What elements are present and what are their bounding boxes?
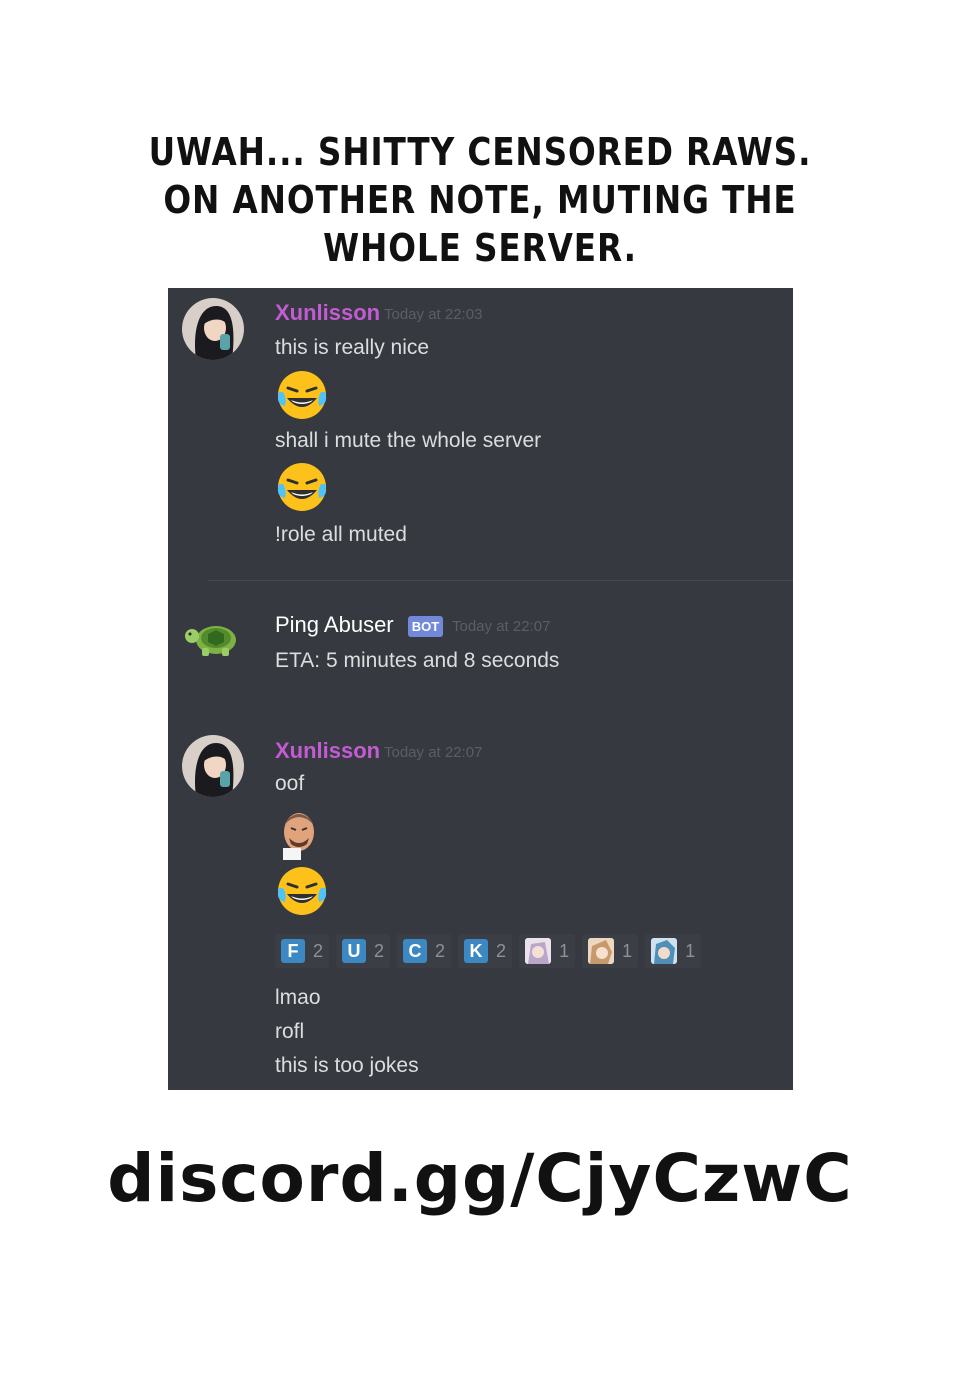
message-divider [208, 580, 793, 581]
message-text: shall i mute the whole server [275, 429, 542, 452]
message-timestamp: Today at 22:07 [452, 618, 551, 635]
laughing-man-emote-icon [283, 813, 314, 860]
anime-emote-icon [588, 938, 615, 964]
reaction-count: 1 [559, 940, 570, 961]
reaction-letter-f[interactable]: F 2 [275, 934, 330, 968]
joy-emoji-icon [277, 867, 327, 915]
discord-invite-link[interactable]: discord.gg/CjyCzwC [0, 1140, 960, 1217]
bot-badge: BOT [408, 616, 443, 637]
message-text: lmao [275, 986, 321, 1009]
reaction-count: 2 [313, 940, 324, 961]
message-text: ETA: 5 minutes and 8 seconds [275, 649, 560, 672]
reaction-count: 2 [435, 940, 446, 961]
joy-emoji-icon [277, 463, 327, 511]
message-text: oof [275, 772, 305, 795]
message-text: this is really nice [275, 336, 430, 359]
reaction-custom-emote-2[interactable]: 1 [582, 934, 639, 968]
reaction-count: 1 [685, 940, 696, 961]
bot-username[interactable]: Ping Abuser [275, 612, 394, 638]
caption-line-2: ON ANOTHER NOTE, MUTING THE [163, 178, 797, 222]
reaction-bar: F 2 U 2 C 2 K 2 1 1 1 [275, 934, 702, 968]
message-timestamp: Today at 22:03 [384, 306, 483, 323]
reaction-letter-c[interactable]: C 2 [397, 934, 452, 968]
message-text: !role all muted [275, 523, 407, 546]
reaction-letter-k[interactable]: K 2 [458, 934, 513, 968]
discord-chat-screenshot: Xunlisson Today at 22:03 this is really … [168, 288, 793, 1090]
anime-emote-icon [651, 938, 678, 964]
username[interactable]: Xunlisson [275, 738, 380, 764]
reaction-count: 2 [374, 940, 385, 961]
message-text: this is too jokes [275, 1054, 419, 1077]
reaction-custom-emote-1[interactable]: 1 [519, 934, 576, 968]
message-text: rofl [275, 1020, 305, 1043]
reaction-custom-emote-3[interactable]: 1 [645, 934, 702, 968]
reaction-count: 1 [622, 940, 633, 961]
bot-avatar[interactable] [182, 610, 244, 672]
letter-c-icon: C [403, 939, 428, 963]
anime-emote-icon [525, 938, 552, 964]
message-timestamp: Today at 22:07 [384, 744, 483, 761]
caption-line-1: UWAH... SHITTY CENSORED RAWS. [148, 130, 812, 174]
user-avatar[interactable] [182, 735, 244, 797]
turtle-icon [185, 626, 236, 656]
joy-emoji-icon [277, 371, 327, 419]
caption-line-3: WHOLE SERVER. [323, 226, 637, 270]
avatar-image-icon [182, 298, 244, 360]
letter-u-icon: U [342, 939, 367, 963]
translator-note: UWAH... SHITTY CENSORED RAWS. ON ANOTHER… [67, 128, 893, 272]
reaction-count: 2 [496, 940, 507, 961]
avatar-image-icon [182, 735, 244, 797]
reaction-letter-u[interactable]: U 2 [336, 934, 391, 968]
letter-f-icon: F [281, 939, 305, 963]
letter-k-icon: K [464, 939, 489, 963]
user-avatar[interactable] [182, 298, 244, 360]
username[interactable]: Xunlisson [275, 300, 380, 326]
